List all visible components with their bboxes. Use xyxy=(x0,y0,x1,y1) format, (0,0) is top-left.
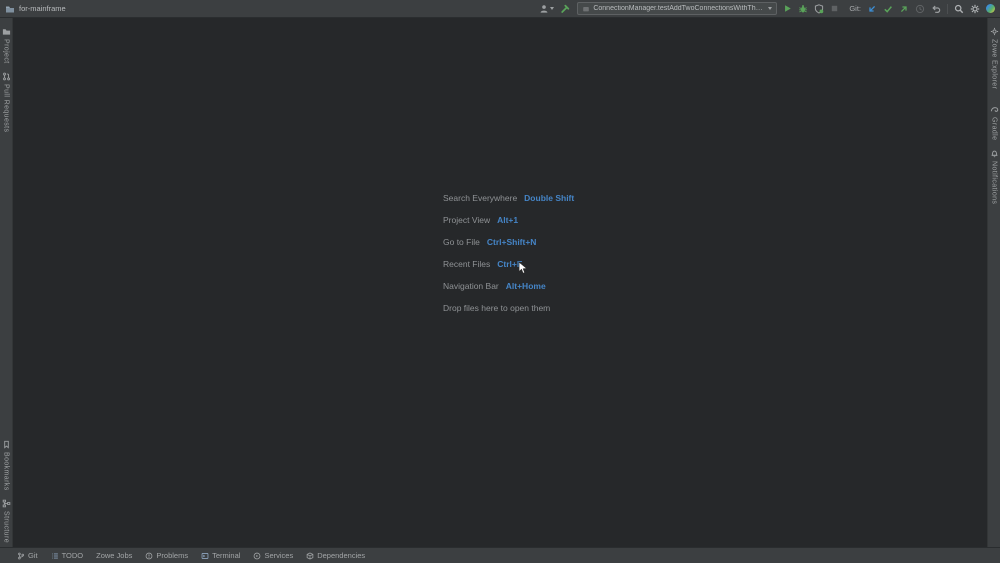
history-clock-icon xyxy=(915,4,925,14)
mouse-cursor xyxy=(518,261,529,280)
pull-request-icon xyxy=(2,72,11,81)
sidebar-item-label: Bookmarks xyxy=(3,452,10,491)
ide-window: for-mainframe ConnectionManager.testAddT… xyxy=(0,0,1000,563)
hint-label: Go to File xyxy=(443,237,480,247)
main-toolbar: for-mainframe ConnectionManager.testAddT… xyxy=(0,0,1000,18)
toolwindow-git[interactable]: Git xyxy=(17,551,38,560)
project-folder-icon xyxy=(5,4,15,14)
sidebar-item-label: Zowe Explorer xyxy=(991,39,998,89)
profile-avatar-icon[interactable] xyxy=(986,4,995,13)
sidebar-item-structure[interactable]: Structure xyxy=(2,495,11,547)
toolwindow-label: Dependencies xyxy=(317,551,365,560)
run-configuration-select[interactable]: ConnectionManager.testAddTwoConnectionsW… xyxy=(577,2,777,15)
toolbar-separator xyxy=(947,4,948,14)
sidebar-item-label: Project xyxy=(3,39,10,64)
toolwindow-label: Zowe Jobs xyxy=(96,551,132,560)
toolwindow-label: TODO xyxy=(62,551,84,560)
sidebar-item-bookmarks[interactable]: Bookmarks xyxy=(2,436,11,495)
sidebar-item-project[interactable]: Project xyxy=(2,23,11,68)
sidebar-item-label: Pull Requests xyxy=(3,84,10,132)
services-icon xyxy=(253,552,261,560)
git-toolbar-label: Git: xyxy=(849,4,861,13)
run-button[interactable] xyxy=(783,4,792,13)
debug-button[interactable] xyxy=(798,4,808,14)
left-tool-window-stripe: Project Pull Requests Bookmarks Structur… xyxy=(0,18,13,547)
sidebar-item-zowe-explorer[interactable]: Zowe Explorer xyxy=(990,23,999,93)
sidebar-item-gradle[interactable]: Gradle xyxy=(990,101,999,144)
toolwindow-terminal[interactable]: Terminal xyxy=(201,551,240,560)
project-title: for-mainframe xyxy=(5,4,66,14)
hint-recent-files: Recent Files Ctrl+E xyxy=(443,253,574,275)
git-commit-button[interactable] xyxy=(883,4,893,14)
toolwindow-label: Services xyxy=(264,551,293,560)
profile-user-icon[interactable] xyxy=(539,4,554,14)
keyboard-shortcut-hints: Search Everywhere Double Shift Project V… xyxy=(443,187,574,319)
gradle-elephant-icon xyxy=(990,105,999,114)
hint-navigation-bar: Navigation Bar Alt+Home xyxy=(443,275,574,297)
bookmark-icon xyxy=(2,440,11,449)
zowe-gear-icon xyxy=(990,27,999,36)
toolwindow-todo[interactable]: TODO xyxy=(51,551,84,560)
sidebar-item-label: Structure xyxy=(3,511,10,543)
toolwindow-dependencies[interactable]: Dependencies xyxy=(306,551,365,560)
stop-button xyxy=(830,4,839,13)
toolwindow-services[interactable]: Services xyxy=(253,551,293,560)
editor-empty-area[interactable]: Search Everywhere Double Shift Project V… xyxy=(13,18,987,547)
drop-files-label: Drop files here to open them xyxy=(443,303,550,313)
hint-label: Search Everywhere xyxy=(443,193,517,203)
problems-icon xyxy=(145,552,153,560)
build-hammer-icon[interactable] xyxy=(560,3,571,14)
chevron-down-icon xyxy=(550,7,554,10)
sidebar-item-pull-requests[interactable]: Pull Requests xyxy=(2,68,11,136)
toolwindow-problems[interactable]: Problems xyxy=(145,551,188,560)
dependencies-icon xyxy=(306,552,314,560)
terminal-icon xyxy=(201,552,209,560)
hint-shortcut: Ctrl+Shift+N xyxy=(487,237,537,247)
hint-label: Recent Files xyxy=(443,259,490,269)
bell-icon xyxy=(990,149,999,158)
git-update-project-button[interactable] xyxy=(867,4,877,14)
toolwindow-zowe-jobs[interactable]: Zowe Jobs xyxy=(96,551,132,560)
sidebar-item-notifications[interactable]: Notifications xyxy=(990,145,999,208)
search-everywhere-icon[interactable] xyxy=(954,4,964,14)
hint-drop-files: Drop files here to open them xyxy=(443,297,574,319)
todo-list-icon xyxy=(51,552,59,560)
rollback-undo-button[interactable] xyxy=(931,4,941,14)
hint-shortcut: Alt+Home xyxy=(506,281,546,291)
hint-shortcut: Alt+1 xyxy=(497,215,518,225)
settings-gear-icon[interactable] xyxy=(970,4,980,14)
toolbar-right-group: ConnectionManager.testAddTwoConnectionsW… xyxy=(539,2,995,15)
folder-icon xyxy=(2,27,11,36)
sidebar-item-label: Gradle xyxy=(991,117,998,140)
run-configuration-value: ConnectionManager.testAddTwoConnectionsW… xyxy=(593,5,764,12)
toolwindow-label: Terminal xyxy=(212,551,240,560)
right-tool-window-stripe: Zowe Explorer Gradle Notifications xyxy=(987,18,1000,547)
project-name-label: for-mainframe xyxy=(19,4,66,13)
git-push-button[interactable] xyxy=(899,4,909,14)
hint-project-view: Project View Alt+1 xyxy=(443,209,574,231)
run-config-icon xyxy=(582,5,590,13)
git-branch-icon xyxy=(17,552,25,560)
structure-icon xyxy=(2,499,11,508)
hint-label: Project View xyxy=(443,215,490,225)
run-with-coverage-button[interactable] xyxy=(814,4,824,14)
toolwindow-label: Problems xyxy=(156,551,188,560)
chevron-down-icon xyxy=(768,7,772,10)
hint-go-to-file: Go to File Ctrl+Shift+N xyxy=(443,231,574,253)
hint-label: Navigation Bar xyxy=(443,281,499,291)
hint-search-everywhere: Search Everywhere Double Shift xyxy=(443,187,574,209)
toolwindow-label: Git xyxy=(28,551,38,560)
sidebar-item-label: Notifications xyxy=(991,161,998,204)
hint-shortcut: Double Shift xyxy=(524,193,574,203)
bottom-tool-window-bar: Git TODO Zowe Jobs Problems Terminal xyxy=(0,547,1000,563)
